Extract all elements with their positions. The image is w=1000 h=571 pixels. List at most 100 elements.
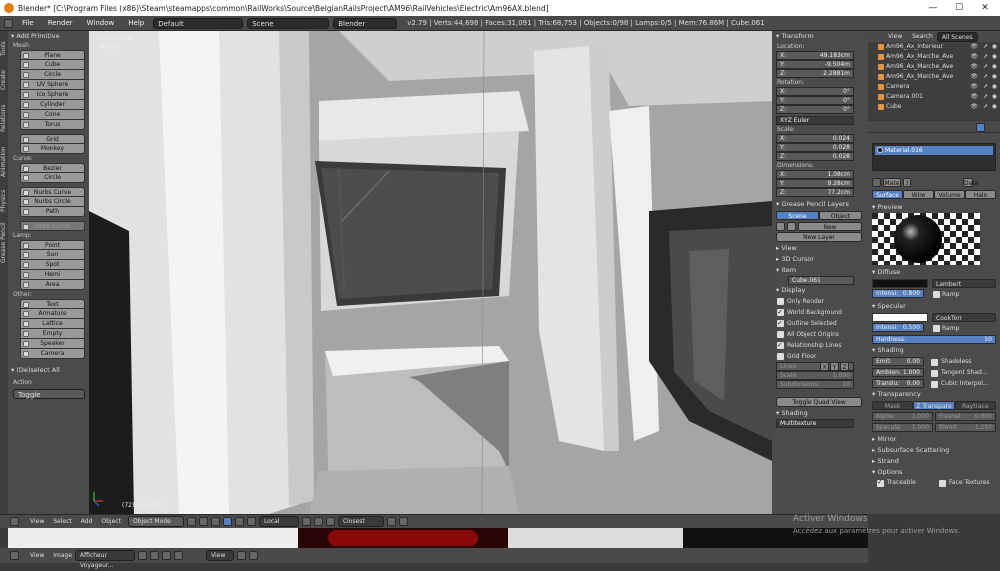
- render-icon[interactable]: ◉: [992, 42, 997, 52]
- preview-panel-header[interactable]: ▾ Preview: [868, 202, 1000, 213]
- translucency-field[interactable]: Translu: 0.00: [872, 379, 924, 388]
- image-view-menu[interactable]: View: [30, 552, 44, 559]
- tab-relations[interactable]: Relations: [0, 97, 8, 139]
- selectable-icon[interactable]: ➚: [983, 72, 988, 82]
- cubic-interpolation-checkbox[interactable]: Cubic Interpol...: [926, 379, 996, 388]
- snap-target-selector[interactable]: Closest: [337, 516, 384, 527]
- add-draw-curve-button[interactable]: Draw Curve: [20, 221, 85, 231]
- fresnel-field[interactable]: Fresnel: 0.000: [935, 412, 996, 421]
- scale-z-field[interactable]: Z: 0.028: [776, 152, 854, 161]
- tab-physics[interactable]: Physics: [0, 185, 8, 217]
- rotation-x-field[interactable]: X: 0°: [776, 87, 854, 96]
- shading-mode-selector[interactable]: Multitexture: [776, 419, 854, 428]
- add-path-button[interactable]: Path: [20, 207, 85, 217]
- camera-render-icon[interactable]: [398, 517, 408, 526]
- outliner-item[interactable]: Cube 👁 ➚ ◉: [868, 102, 1000, 112]
- image-new-icon[interactable]: [150, 551, 160, 560]
- gp-new-button[interactable]: New: [798, 222, 862, 231]
- selectable-icon[interactable]: ➚: [983, 92, 988, 102]
- editor-type-icon[interactable]: [10, 551, 19, 560]
- editor-type-icon[interactable]: [4, 18, 13, 28]
- add-armature-button[interactable]: Armature: [20, 309, 85, 319]
- rotate-icon[interactable]: [234, 517, 244, 526]
- relationship-lines-checkbox[interactable]: Relationship Lines: [772, 340, 868, 351]
- add-cylinder-button[interactable]: Cylinder: [20, 100, 85, 110]
- outliner-display-mode[interactable]: All Scenes: [936, 31, 978, 42]
- cursor-panel-header[interactable]: ▸ 3D Cursor: [772, 254, 868, 265]
- alpha-field[interactable]: Alpha: 1.000: [872, 412, 933, 421]
- dimensions-z-field[interactable]: Z: 77.2cm: [776, 188, 854, 197]
- outliner-item[interactable]: Am96_Ax_Marche_Ave 👁 ➚ ◉: [868, 72, 1000, 82]
- operator-panel-title[interactable]: ▾ (De)select All: [9, 365, 89, 375]
- location-x-field[interactable]: X: 49.183cm: [776, 51, 854, 60]
- emit-field[interactable]: Emit: 0.00: [872, 357, 924, 366]
- axis-z-toggle[interactable]: Z: [840, 362, 849, 371]
- render-icon[interactable]: ◉: [992, 102, 997, 112]
- add-camera-button[interactable]: Camera: [20, 349, 85, 359]
- mirror-panel-header[interactable]: ▸ Mirror: [868, 434, 1000, 445]
- menu-view[interactable]: View: [30, 518, 44, 525]
- grease-pencil-header[interactable]: ▾ Grease Pencil Layers: [772, 199, 868, 210]
- tab-volume[interactable]: Volume: [934, 190, 965, 199]
- rotation-z-field[interactable]: Z: 0°: [776, 105, 854, 114]
- all-object-origins-checkbox[interactable]: All Object Origins: [772, 329, 868, 340]
- add-nurbs-curve-button[interactable]: Nurbs Curve: [20, 187, 85, 197]
- manipulator-icon[interactable]: [210, 517, 220, 526]
- specular-shader-selector[interactable]: CookTorr: [932, 313, 996, 322]
- traceable-checkbox[interactable]: Traceable: [872, 478, 934, 487]
- add-sun-button[interactable]: Sun: [20, 250, 85, 260]
- shading-props-header[interactable]: ▾ Shading: [868, 345, 1000, 356]
- add-circle-button[interactable]: Circle: [20, 70, 85, 80]
- scale-icon[interactable]: [246, 517, 256, 526]
- menu-help[interactable]: Help: [123, 19, 149, 27]
- uv-sync-icon[interactable]: [237, 551, 247, 560]
- diffuse-color-swatch[interactable]: [872, 279, 928, 288]
- 3d-viewport[interactable]: User Persp Meters (72) Cube.061: [89, 31, 772, 514]
- toggle-quad-view-button[interactable]: Toggle Quad View: [776, 397, 862, 407]
- pencil-icon[interactable]: [776, 222, 785, 231]
- only-render-checkbox[interactable]: Only Render: [772, 296, 868, 307]
- add-cone-button[interactable]: Cone: [20, 110, 85, 120]
- menu-object[interactable]: Object: [101, 518, 121, 525]
- tab-surface[interactable]: Surface: [872, 190, 903, 199]
- diffuse-intensity-field[interactable]: Intensi: 0.800: [872, 289, 924, 298]
- visibility-icon[interactable]: 👁: [970, 92, 978, 102]
- dimensions-x-field[interactable]: X: 1.08cm: [776, 170, 854, 179]
- tab-animation[interactable]: Animation: [0, 141, 8, 183]
- layers-icon[interactable]: [787, 222, 796, 231]
- image-image-menu[interactable]: Image: [53, 552, 72, 559]
- strand-panel-header[interactable]: ▸ Strand: [868, 456, 1000, 467]
- material-slot-item[interactable]: Material.016: [875, 146, 993, 155]
- diffuse-shader-selector[interactable]: Lambert: [932, 279, 996, 288]
- add-empty-button[interactable]: Empty: [20, 329, 85, 339]
- hardness-field[interactable]: Hardness: 50: [872, 335, 996, 344]
- editor-type-icon[interactable]: [10, 517, 19, 526]
- tab-grease-pencil[interactable]: Grease Pencil: [0, 219, 8, 267]
- proportional-edit-icon[interactable]: [313, 517, 323, 526]
- add-uv-sphere-button[interactable]: UV Sphere: [20, 80, 85, 90]
- snap-icon[interactable]: [325, 517, 335, 526]
- action-selector[interactable]: Toggle: [13, 389, 85, 399]
- menu-add[interactable]: Add: [81, 518, 93, 525]
- outliner-item[interactable]: Camera 👁 ➚ ◉: [868, 82, 1000, 92]
- outline-selected-checkbox[interactable]: Outline Selected: [772, 318, 868, 329]
- material-browse-icon[interactable]: [872, 178, 881, 187]
- panel-title[interactable]: ▾ Add Primitive: [9, 31, 89, 41]
- item-panel-header[interactable]: ▾ Item: [772, 265, 868, 276]
- material-link-data[interactable]: Data: [963, 178, 978, 187]
- selectable-icon[interactable]: ➚: [983, 42, 988, 52]
- gp-tab-scene[interactable]: Scene: [776, 211, 819, 220]
- rotation-mode-selector[interactable]: XYZ Euler: [776, 116, 854, 125]
- visibility-icon[interactable]: 👁: [970, 62, 978, 72]
- add-nurbs-circle-button[interactable]: Nurbs Circle: [20, 197, 85, 207]
- subdivisions-field[interactable]: Subdivisions: 10: [776, 380, 854, 389]
- uv-snap-icon[interactable]: [249, 551, 259, 560]
- render-icon[interactable]: ◉: [992, 92, 997, 102]
- image-pin-icon[interactable]: [138, 551, 148, 560]
- sss-panel-header[interactable]: ▸ Subsurface Scattering: [868, 445, 1000, 456]
- gp-tab-object[interactable]: Object: [819, 211, 862, 220]
- transform-panel-header[interactable]: ▾ Transform: [772, 31, 868, 42]
- visibility-icon[interactable]: 👁: [970, 102, 978, 112]
- trans-mask-tab[interactable]: Mask: [872, 401, 914, 410]
- diffuse-panel-header[interactable]: ▾ Diffuse: [868, 267, 1000, 278]
